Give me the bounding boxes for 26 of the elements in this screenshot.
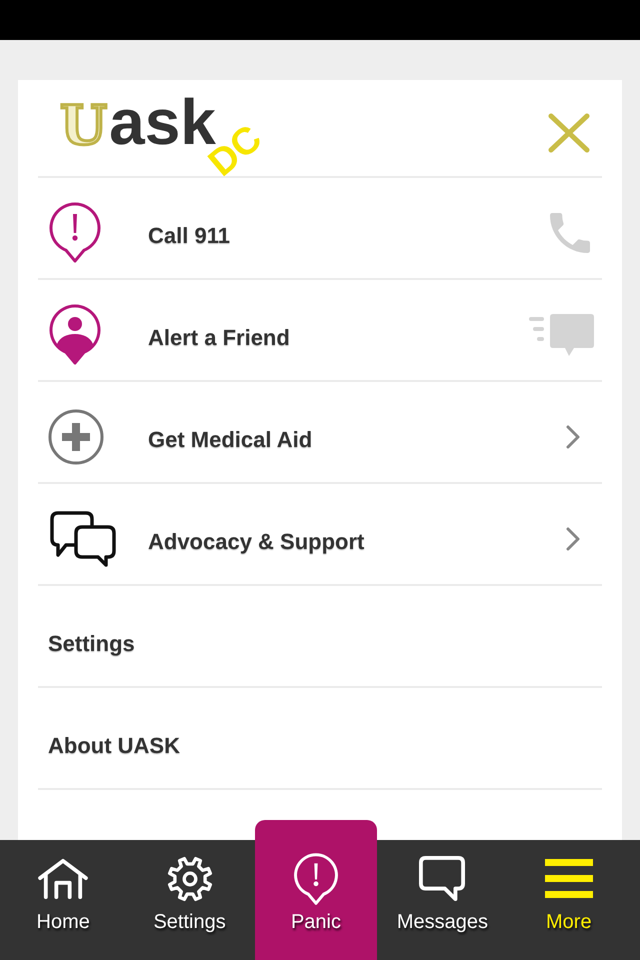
speech-bubble-icon (419, 856, 466, 902)
alert-pin-icon (48, 202, 102, 264)
menu-label[interactable]: Settings (48, 622, 135, 660)
close-icon (548, 113, 590, 153)
tab-bar-item[interactable]: Settings (126, 840, 253, 960)
tab-bar-item[interactable]: Panic (254, 820, 378, 960)
close-button[interactable] (548, 113, 590, 153)
menu-label[interactable]: Call 911 (148, 214, 230, 252)
menu-label[interactable]: Alert a Friend (148, 316, 290, 354)
plus-circle-icon (48, 409, 104, 465)
tab-bar-item[interactable]: Home (0, 840, 126, 960)
menu-label[interactable]: Advocacy & Support (148, 520, 364, 558)
home-icon (37, 858, 90, 900)
chevron-right-icon (566, 425, 580, 449)
message-icon[interactable] (528, 314, 594, 356)
chevron-right-icon (566, 527, 580, 551)
menu-icon (544, 859, 593, 899)
phone-icon[interactable] (548, 213, 592, 253)
chat-bubbles-icon (50, 511, 118, 567)
person-pin-icon (48, 304, 102, 366)
alert-pin-icon (292, 852, 339, 906)
tab-bar-item[interactable]: More (506, 840, 632, 960)
tab-bar-item[interactable]: Messages (379, 840, 506, 960)
menu-label[interactable]: About UASK (48, 724, 180, 762)
menu-label[interactable]: Get Medical Aid (148, 418, 312, 456)
settings-icon (166, 855, 214, 903)
